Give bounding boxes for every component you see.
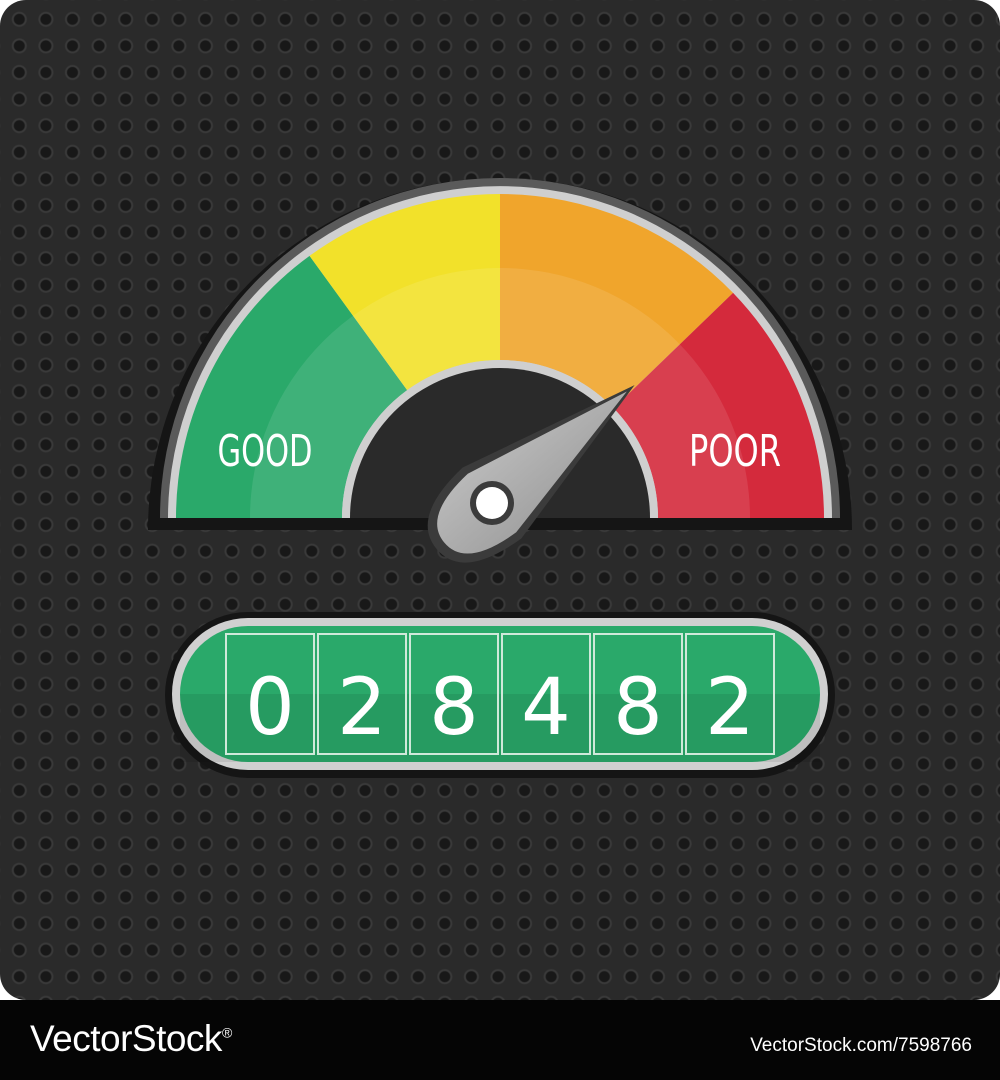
odometer-digit: 8 xyxy=(429,663,479,753)
gauge-label-poor: POOR xyxy=(689,426,781,477)
odometer-digit: 2 xyxy=(337,663,387,753)
odometer-digit: 8 xyxy=(613,663,663,753)
image-id: VectorStock.com/7598766 xyxy=(750,1035,972,1056)
brand-logo: VectorStock® xyxy=(30,1018,232,1059)
gauge-label-good: GOOD xyxy=(218,426,313,477)
odometer-digit: 0 xyxy=(245,663,295,753)
odometer-counter: 028482 xyxy=(165,612,835,778)
odometer-digit: 2 xyxy=(705,663,755,753)
watermark-footer: VectorStock® VectorStock.com/7598766 xyxy=(0,1000,1000,1080)
odometer-digit: 4 xyxy=(521,663,571,753)
gauge-panel: GOOD POOR 028482 xyxy=(0,0,1000,1000)
speedometer-gauge: GOOD POOR 028482 xyxy=(148,178,852,778)
